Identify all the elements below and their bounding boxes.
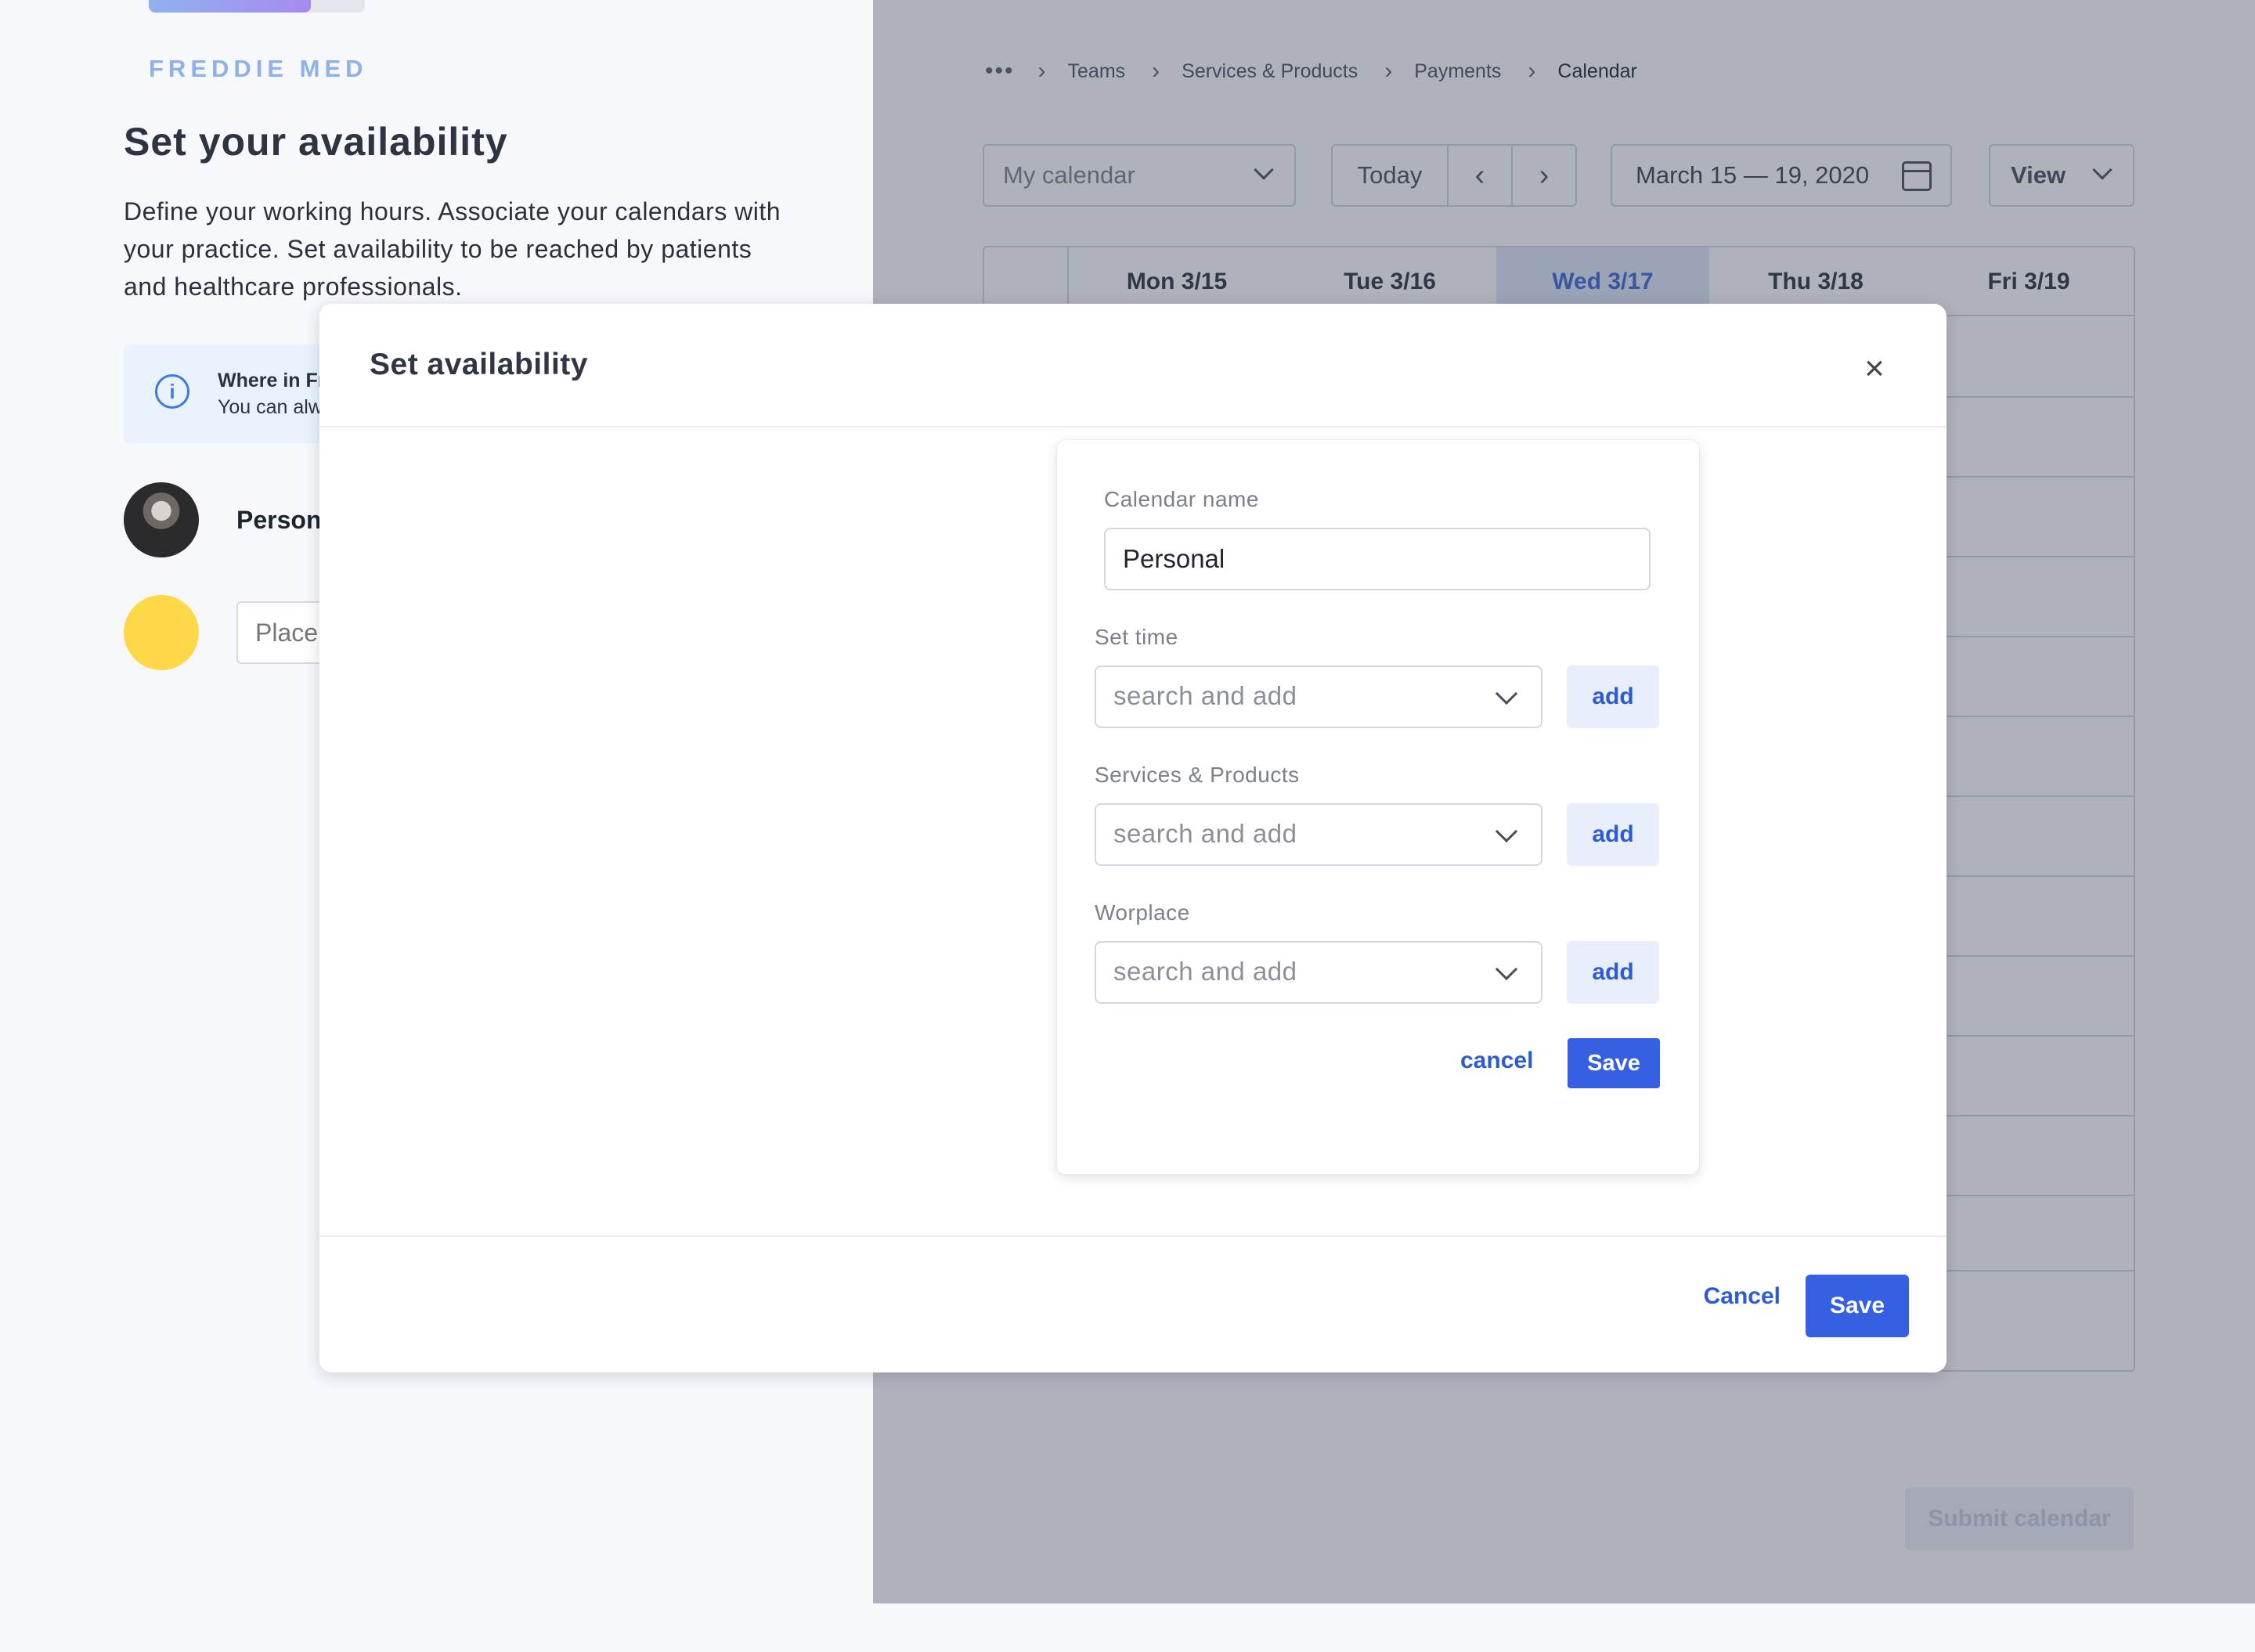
info-icon: i <box>155 374 189 409</box>
set-time-label: Set time <box>1095 625 1178 649</box>
progress-bar <box>149 0 365 13</box>
modal-save-button[interactable]: Save <box>1806 1275 1909 1337</box>
form-cancel-button[interactable]: cancel <box>1460 1037 1533 1085</box>
progress-fill <box>149 0 311 13</box>
calendar-name-label: Calendar name <box>1104 487 1259 511</box>
calendar-label: Person <box>236 506 322 534</box>
set-time-add-button[interactable]: add <box>1567 665 1659 728</box>
set-availability-modal: Set availability × Calendar name Set tim… <box>319 304 1947 1372</box>
services-products-placeholder: search and add <box>1113 819 1297 848</box>
modal-header-divider <box>319 426 1947 427</box>
logo: FREDDIE MED <box>149 55 368 82</box>
avatar <box>124 482 199 557</box>
workplace-combobox[interactable]: search and add <box>1095 941 1542 1004</box>
availability-form-card: Calendar name Set time search and add ad… <box>1057 440 1699 1174</box>
chevron-down-icon <box>1495 820 1518 843</box>
chevron-down-icon <box>1495 682 1518 705</box>
modal-cancel-button[interactable]: Cancel <box>1704 1272 1781 1321</box>
services-products-combobox[interactable]: search and add <box>1095 803 1542 866</box>
chevron-down-icon <box>1495 958 1518 981</box>
form-save-button[interactable]: Save <box>1568 1038 1660 1088</box>
services-products-add-button[interactable]: add <box>1567 803 1659 866</box>
modal-title: Set availability <box>370 348 588 381</box>
page-description: Define your working hours. Associate you… <box>124 197 781 301</box>
page-title: Set your availability <box>124 120 508 164</box>
services-products-label: Services & Products <box>1095 763 1300 787</box>
info-subtitle: You can alw <box>218 396 323 418</box>
workplace-label: Worplace <box>1095 900 1190 925</box>
set-time-combobox[interactable]: search and add <box>1095 665 1542 728</box>
workplace-placeholder: search and add <box>1113 957 1297 986</box>
close-icon[interactable]: × <box>1859 352 1890 386</box>
color-swatch[interactable] <box>124 595 199 670</box>
modal-footer-divider <box>319 1235 1947 1237</box>
workplace-add-button[interactable]: add <box>1567 941 1659 1004</box>
set-time-placeholder: search and add <box>1113 681 1297 710</box>
info-title: Where in Fr <box>218 370 326 391</box>
calendar-name-input[interactable] <box>1104 528 1651 590</box>
